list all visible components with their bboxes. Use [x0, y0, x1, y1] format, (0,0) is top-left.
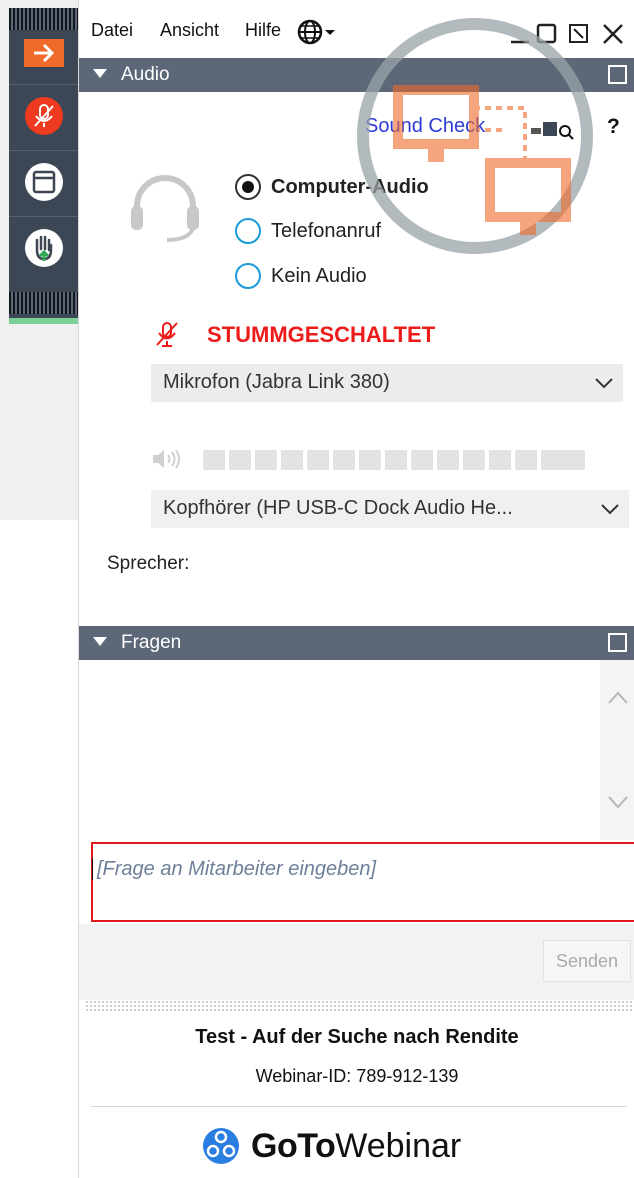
radio-label: Telefonanruf: [271, 219, 382, 242]
chevron-down-icon: [593, 372, 615, 399]
minimize-icon: [511, 40, 529, 44]
headset-icon: [127, 168, 203, 249]
send-button[interactable]: Senden: [543, 940, 631, 982]
resize-handle[interactable]: [85, 1000, 633, 1012]
scroll-down-icon[interactable]: [606, 792, 630, 817]
popout-button[interactable]: [567, 22, 591, 51]
webinar-title: Test - Auf der Suche nach Rendite: [195, 1026, 519, 1048]
unmute-button[interactable]: [153, 320, 181, 353]
gotowebinar-logo-icon: [203, 1128, 239, 1164]
maximize-icon: [536, 23, 557, 44]
menu-ansicht[interactable]: Ansicht: [160, 20, 219, 41]
mute-status-label: STUMMGESCHALTET: [207, 322, 436, 347]
globe-icon: [297, 19, 335, 45]
brand-webinar: Webinar: [335, 1126, 462, 1165]
left-toolbar: [0, 0, 78, 520]
collapse-triangle-icon: [93, 637, 107, 646]
question-input-placeholder: [Frage an Mitarbeiter eingeben]: [97, 858, 377, 880]
raise-hand-icon: [24, 229, 63, 267]
toolbar-grip-top[interactable]: [9, 8, 78, 30]
menu-hilfe[interactable]: Hilfe: [245, 20, 281, 41]
raise-hand-button[interactable]: [9, 220, 78, 276]
window-button[interactable]: [9, 154, 78, 210]
radio-kein-audio[interactable]: Kein Audio: [235, 261, 367, 291]
status-bar: [9, 318, 78, 324]
speaker-volume-icon: [151, 447, 185, 476]
menu-bar: Datei Ansicht Hilfe: [79, 0, 634, 58]
close-button[interactable]: [601, 22, 625, 51]
footer-divider: [91, 1106, 627, 1107]
radio-button[interactable]: [235, 263, 261, 289]
control-panel: Datei Ansicht Hilfe Audio Sound Check ? …: [78, 0, 634, 1178]
collapse-panel-button[interactable]: [9, 30, 78, 76]
microphone-button[interactable]: [9, 88, 78, 144]
toolbar-grip-bottom[interactable]: [9, 292, 78, 314]
gotowebinar-logo: GoTo Webinar: [201, 1126, 461, 1166]
popout-icon: [569, 24, 588, 43]
question-input[interactable]: [Frage an Mitarbeiter eingeben]: [91, 842, 634, 922]
menu-datei[interactable]: Datei: [91, 20, 133, 41]
scroll-up-icon[interactable]: [606, 688, 630, 713]
minimize-button[interactable]: [509, 22, 533, 51]
radio-telefonanruf[interactable]: Telefonanruf: [235, 216, 381, 246]
maximize-button[interactable]: [535, 22, 559, 51]
microphone-select-value: Mikrofon (Jabra Link 380): [163, 371, 390, 393]
brand-goto: GoTo: [251, 1126, 336, 1165]
microphone-muted-icon: [156, 322, 178, 347]
radio-button[interactable]: [235, 218, 261, 244]
help-button[interactable]: ?: [607, 115, 620, 139]
radio-label: Kein Audio: [271, 264, 367, 287]
toolbar-divider: [9, 216, 78, 217]
sound-check-link[interactable]: Sound Check: [365, 115, 485, 138]
speaker-select[interactable]: Kopfhörer (HP USB-C Dock Audio He...: [151, 490, 629, 528]
text-caret: [92, 858, 93, 880]
questions-section-title: Fragen: [121, 632, 182, 653]
speaker-label: Sprecher:: [107, 553, 190, 574]
questions-scrollbar[interactable]: [600, 660, 634, 840]
microphone-muted-icon: [24, 97, 63, 135]
radio-computer-audio[interactable]: Computer-Audio: [235, 172, 429, 202]
radio-label: Computer-Audio: [271, 175, 429, 198]
speaker-select-value: Kopfhörer (HP USB-C Dock Audio He...: [163, 497, 513, 519]
audio-section-header[interactable]: Audio: [79, 58, 634, 92]
collapse-triangle-icon: [93, 69, 107, 78]
arrow-right-icon: [23, 39, 64, 67]
toolbar-divider: [9, 84, 78, 85]
questions-log: [79, 660, 634, 840]
audio-settings-button[interactable]: [531, 116, 581, 147]
audio-settings-icon: [531, 122, 574, 140]
questions-popout-icon[interactable]: [608, 633, 627, 652]
audio-popout-icon[interactable]: [608, 65, 627, 84]
microphone-select[interactable]: Mikrofon (Jabra Link 380): [151, 364, 623, 402]
radio-button-selected[interactable]: [235, 174, 261, 200]
chevron-down-icon: [599, 498, 621, 525]
language-button[interactable]: [297, 18, 339, 51]
toolbar-divider: [9, 150, 78, 151]
audio-section-title: Audio: [121, 64, 170, 85]
webinar-id: Webinar-ID: 789-912-139: [255, 1066, 459, 1086]
window-icon: [24, 163, 63, 201]
close-icon: [603, 24, 623, 44]
questions-section-header[interactable]: Fragen: [79, 626, 634, 660]
